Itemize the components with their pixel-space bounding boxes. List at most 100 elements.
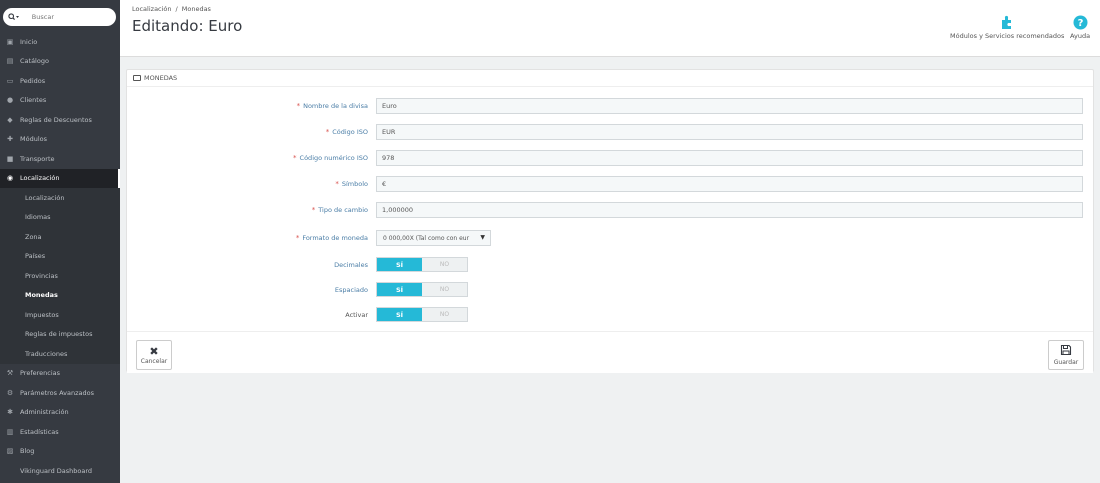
search-box bbox=[3, 8, 116, 26]
sidebar-item-label: Localización bbox=[20, 174, 60, 183]
recommended-modules-button[interactable]: Módulos y Servicios recomendados bbox=[950, 12, 1064, 40]
money-icon bbox=[133, 75, 141, 81]
search-icon bbox=[8, 13, 19, 21]
required-asterisk: * bbox=[296, 102, 301, 110]
active-no-option[interactable]: NO bbox=[422, 308, 467, 321]
breadcrumb-item-monedas: Monedas bbox=[181, 5, 211, 13]
currency-name-label: * Nombre de la divisa bbox=[297, 102, 368, 110]
active-yes-option[interactable]: SÍ bbox=[377, 308, 422, 321]
sidebar-item-pedidos[interactable]: ▭ Pedidos bbox=[0, 71, 120, 91]
dashboard-icon: ▣ bbox=[6, 37, 14, 46]
required-asterisk: * bbox=[311, 206, 316, 214]
cancel-button[interactable]: ✖ Cancelar bbox=[136, 340, 172, 370]
sidebar-item-catalogo[interactable]: ▤ Catálogo bbox=[0, 52, 120, 72]
currency-format-select[interactable]: 0 000,00X (Tal como con eur ▼ bbox=[376, 230, 491, 246]
label-text: Nombre de la divisa bbox=[303, 102, 368, 110]
sidebar-item-transporte[interactable]: ■ Transporte bbox=[0, 149, 120, 169]
search-dropdown-button[interactable] bbox=[3, 8, 25, 26]
exchange-rate-input[interactable] bbox=[376, 202, 1083, 218]
breadcrumb-separator: / bbox=[175, 5, 178, 13]
cogs-icon: ⚙ bbox=[6, 388, 14, 397]
sidebar-item-label: Administración bbox=[20, 408, 69, 417]
submenu-item-impuestos[interactable]: Impuestos bbox=[0, 305, 120, 325]
panel-title: MONEDAS bbox=[144, 74, 178, 82]
close-icon: ✖ bbox=[149, 344, 159, 358]
page-header: Localización / Monedas Editando: Euro Módu… bbox=[120, 0, 1100, 57]
help-button[interactable]: ? Ayuda bbox=[1070, 12, 1090, 40]
save-button[interactable]: Guardar bbox=[1048, 340, 1084, 370]
label-text: Espaciado bbox=[334, 286, 368, 294]
edit-icon: ▨ bbox=[6, 447, 14, 456]
submenu-item-zona[interactable]: Zona bbox=[0, 227, 120, 247]
spacing-no-option[interactable]: NO bbox=[422, 283, 467, 296]
sidebar-item-estadisticas[interactable]: ▥ Estadísticas bbox=[0, 422, 120, 442]
sidebar-item-label: Vikinguard Dashboard bbox=[20, 466, 93, 475]
svg-text:?: ? bbox=[1077, 18, 1083, 29]
currency-name-input[interactable] bbox=[376, 98, 1083, 114]
sidebar-item-reglas-descuentos[interactable]: ◆ Reglas de Descuentos bbox=[0, 110, 120, 130]
sidebar-item-inicio[interactable]: ▣ Inicio bbox=[0, 32, 120, 52]
credit-card-icon: ▭ bbox=[6, 76, 14, 85]
exchange-rate-label: * Tipo de cambio bbox=[312, 206, 368, 214]
submenu-item-traducciones[interactable]: Traducciones bbox=[0, 344, 120, 364]
form-row-symbol: * Símbolo bbox=[127, 176, 1093, 192]
cancel-label: Cancelar bbox=[140, 357, 168, 365]
help-label: Ayuda bbox=[1070, 32, 1091, 40]
symbol-input[interactable] bbox=[376, 176, 1083, 192]
spacing-yes-option[interactable]: SÍ bbox=[377, 283, 422, 296]
form-row-iso-num: * Código numérico ISO bbox=[127, 150, 1093, 166]
decimals-label: Decimales bbox=[334, 261, 368, 269]
panel-footer: ✖ Cancelar Guardar bbox=[127, 331, 1093, 373]
sidebar-item-clientes[interactable]: ● Clientes bbox=[0, 91, 120, 111]
sidebar-item-label: Blog bbox=[20, 447, 35, 456]
sidebar-item-modulos[interactable]: ✚ Módulos bbox=[0, 130, 120, 150]
label-text: Código ISO bbox=[332, 128, 368, 136]
label-text: Decimales bbox=[334, 261, 368, 269]
submenu-item-reglas-impuestos[interactable]: Reglas de impuestos bbox=[0, 324, 120, 344]
sidebar-item-blog[interactable]: ▨ Blog bbox=[0, 442, 120, 462]
sidebar-item-label: Clientes bbox=[20, 96, 47, 105]
form-row-active: Activar SÍ NO bbox=[127, 307, 1093, 323]
sidebar-item-administracion[interactable]: ✱ Administración bbox=[0, 403, 120, 423]
iso-code-input[interactable] bbox=[376, 124, 1083, 140]
submenu-item-monedas[interactable]: Monedas bbox=[0, 285, 120, 305]
symbol-label: * Símbolo bbox=[335, 180, 368, 188]
wrench-icon: ⚒ bbox=[6, 369, 14, 378]
form-row-format: * Formato de moneda 0 000,00X (Tal como c… bbox=[127, 230, 1093, 246]
sidebar-item-preferencias[interactable]: ⚒ Preferencias bbox=[0, 364, 120, 384]
label-text: Tipo de cambio bbox=[318, 206, 368, 214]
breadcrumb-item-localizacion[interactable]: Localización bbox=[132, 5, 172, 13]
help-icon: ? bbox=[1073, 12, 1088, 32]
search-input[interactable] bbox=[31, 13, 116, 21]
label-text: Código numérico ISO bbox=[299, 154, 368, 162]
sidebar-item-label: Módulos bbox=[20, 135, 47, 144]
spacing-switch: SÍ NO bbox=[376, 282, 468, 297]
caret-down-icon: ▼ bbox=[480, 234, 485, 241]
numeric-iso-code-input[interactable] bbox=[376, 150, 1083, 166]
sidebar-item-label: Catálogo bbox=[20, 57, 49, 66]
form-row-rate: * Tipo de cambio bbox=[127, 202, 1093, 218]
active-label: Activar bbox=[345, 311, 368, 319]
label-text: Símbolo bbox=[341, 180, 368, 188]
form-row-decimals: Decimales SÍ NO bbox=[127, 257, 1093, 273]
iso-code-label: * Código ISO bbox=[326, 128, 368, 136]
sidebar-item-label: Reglas de Descuentos bbox=[20, 115, 92, 124]
label-text: Formato de moneda bbox=[302, 234, 368, 242]
truck-icon: ■ bbox=[6, 154, 14, 163]
puzzle-icon bbox=[999, 12, 1015, 32]
submenu-item-idiomas[interactable]: Idiomas bbox=[0, 207, 120, 227]
numeric-iso-code-label: * Código numérico ISO bbox=[293, 154, 368, 162]
sidebar-item-label: Inicio bbox=[20, 37, 38, 46]
sidebar-item-label: Estadísticas bbox=[20, 427, 59, 436]
sidebar-item-vikinguard-dashboard[interactable]: Vikinguard Dashboard bbox=[0, 461, 120, 481]
submenu-item-provincias[interactable]: Provincias bbox=[0, 266, 120, 286]
sidebar-item-localizacion[interactable]: ◉ Localización bbox=[0, 168, 120, 188]
decimals-yes-option[interactable]: SÍ bbox=[377, 258, 422, 271]
gear-icon: ✱ bbox=[7, 408, 13, 417]
submenu-item-localizacion[interactable]: Localización bbox=[0, 188, 120, 208]
decimals-no-option[interactable]: NO bbox=[422, 258, 467, 271]
submenu-item-paises[interactable]: Países bbox=[0, 246, 120, 266]
breadcrumb: Localización / Monedas bbox=[132, 5, 215, 13]
puzzle-icon: ✚ bbox=[7, 135, 13, 144]
sidebar-item-parametros-avanzados[interactable]: ⚙ Parámetros Avanzados bbox=[0, 383, 120, 403]
